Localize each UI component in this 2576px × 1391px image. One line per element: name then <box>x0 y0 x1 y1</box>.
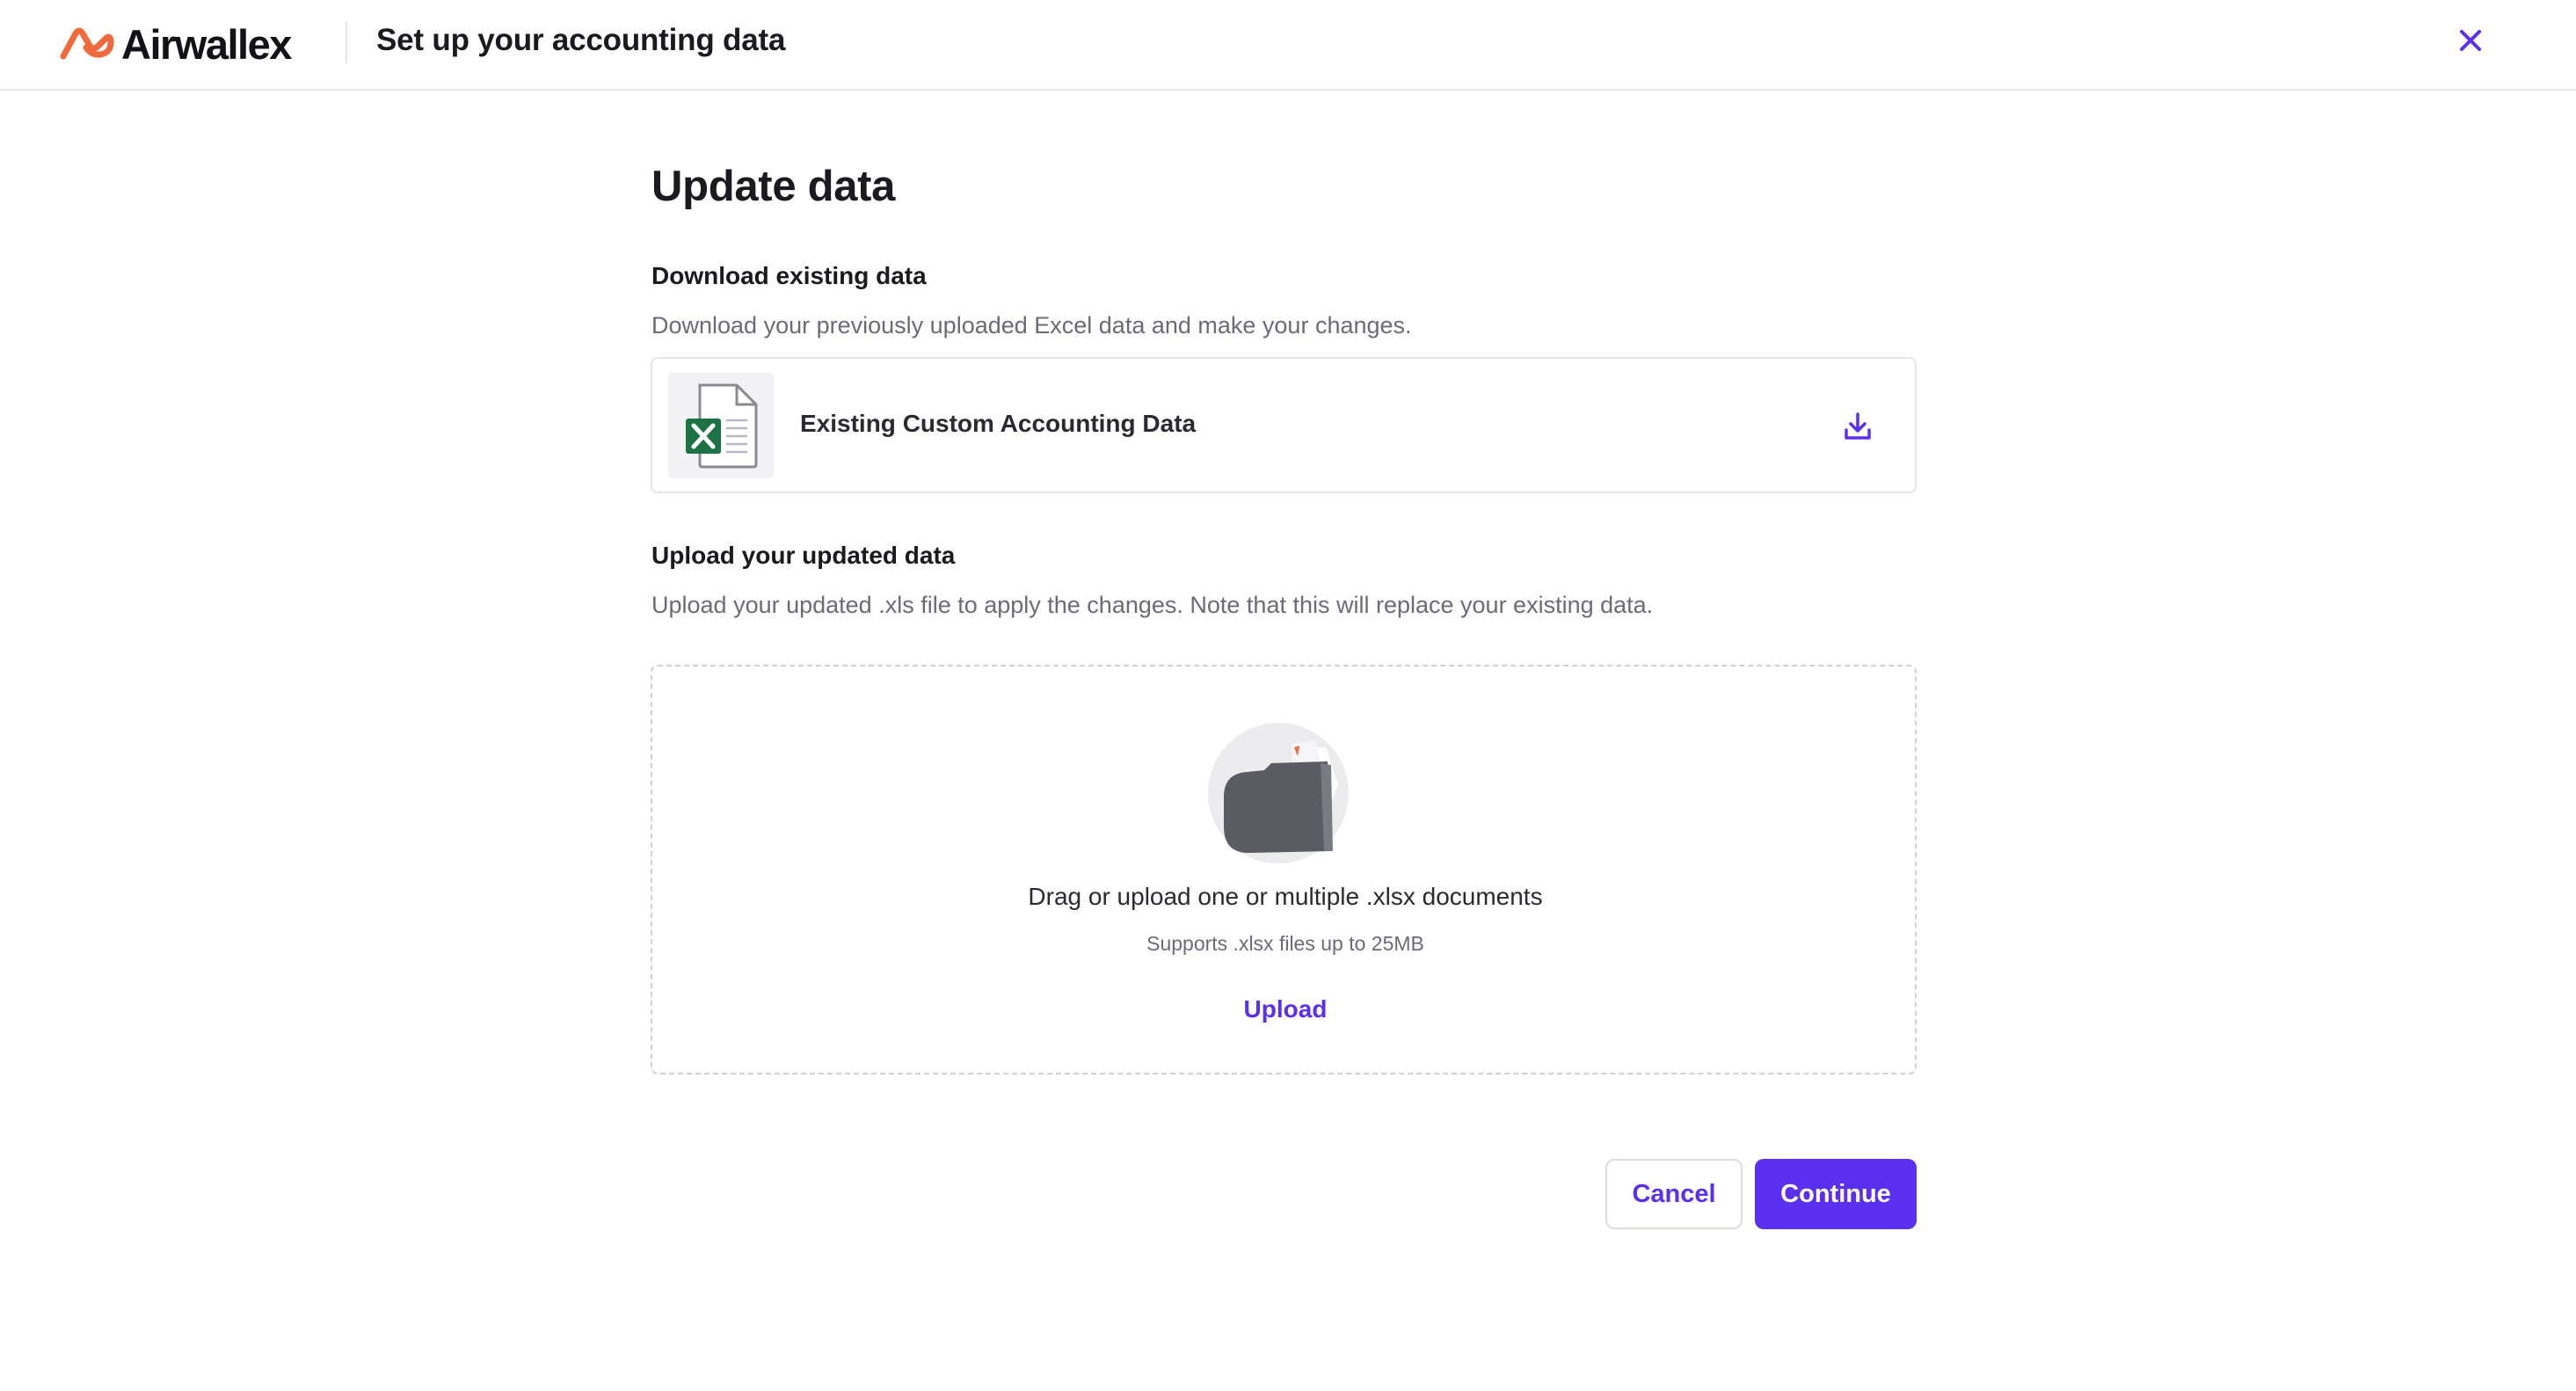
file-dropzone[interactable]: Drag or upload one or multiple .xlsx doc… <box>651 665 1917 1074</box>
cancel-button[interactable]: Cancel <box>1605 1159 1743 1229</box>
airwallex-logo: Airwallex <box>60 19 292 69</box>
continue-button[interactable]: Continue <box>1755 1159 1917 1229</box>
download-section-heading: Download existing data <box>651 262 927 289</box>
close-button[interactable] <box>2453 23 2488 58</box>
download-section-description: Download your previously uploaded Excel … <box>651 312 1412 339</box>
existing-file-card: Existing Custom Accounting Data <box>651 357 1917 493</box>
header-divider <box>346 21 347 63</box>
logo-wordmark: Airwallex <box>121 20 292 68</box>
dropzone-sub-text: Supports .xlsx files up to 25MB <box>1146 932 1424 955</box>
download-button[interactable] <box>1839 408 1876 445</box>
download-icon <box>1845 412 1871 440</box>
upload-section-heading: Upload your updated data <box>651 542 956 569</box>
excel-file-icon <box>686 383 758 469</box>
upload-link[interactable]: Upload <box>652 995 1918 1023</box>
upload-section-description: Upload your updated .xls file to apply t… <box>651 592 1654 618</box>
dropzone-main-text: Drag or upload one or multiple .xlsx doc… <box>1028 883 1543 910</box>
file-name: Existing Custom Accounting Data <box>800 410 1197 437</box>
top-bar: Airwallex Set up your accounting data <box>0 0 2576 91</box>
page-title: Update data <box>651 163 896 210</box>
file-thumbnail <box>668 373 774 478</box>
header-title: Set up your accounting data <box>376 23 786 57</box>
close-icon <box>2460 30 2481 51</box>
folder-icon <box>1208 723 1349 863</box>
airwallex-logo-icon <box>60 27 114 60</box>
